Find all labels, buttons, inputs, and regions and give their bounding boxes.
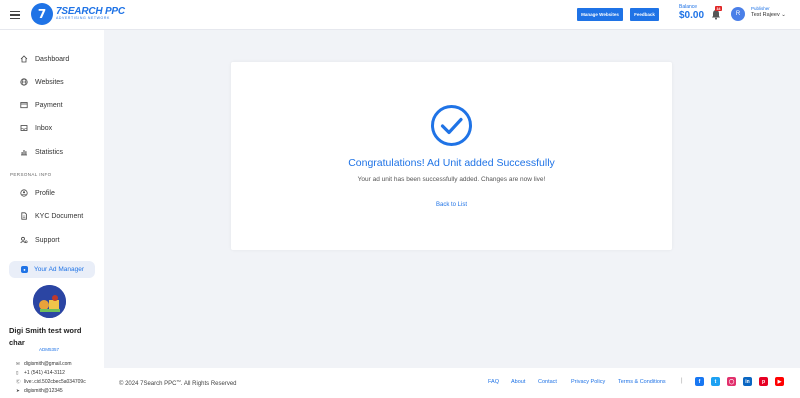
success-title: Congratulations! Ad Unit added Successfu…: [348, 157, 555, 169]
footer-link-privacy-policy[interactable]: Privacy Policy: [571, 379, 605, 385]
sidebar-item-label: Dashboard: [35, 55, 70, 63]
mail-icon: ✉: [16, 361, 20, 366]
copyright-text: © 2024 7Search PPCTM. All Rights Reserve…: [119, 379, 237, 387]
manager-telegram[interactable]: ➤ digismith@12345: [16, 388, 63, 394]
sidebar-item-payment[interactable]: Payment: [20, 99, 63, 111]
sidebar-item-kyc-document[interactable]: KYC Document: [20, 210, 83, 222]
ad-manager-label: Your Ad Manager: [34, 266, 84, 273]
youtube-icon[interactable]: ▶: [775, 377, 784, 386]
twitter-icon[interactable]: t: [711, 377, 720, 386]
balance-display: Balance $0.00: [679, 5, 704, 21]
inbox-icon: [20, 125, 28, 131]
sidebar-item-support[interactable]: Support: [20, 234, 60, 246]
statistics-icon: [21, 150, 27, 156]
success-check-icon: [431, 105, 472, 146]
manage-websites-button[interactable]: Manage Websites: [577, 8, 623, 21]
sidebar-item-label: Support: [35, 236, 60, 244]
facebook-icon[interactable]: f: [695, 377, 704, 386]
manager-telegram-text: digismith@12345: [24, 388, 63, 394]
sidebar: Dashboard Websites Payment Inbox Statist…: [0, 30, 104, 398]
footer-link-faq[interactable]: FAQ: [488, 379, 499, 385]
top-header: 7 7SEARCH PPC ADVERTISING NETWORK Manage…: [0, 0, 800, 30]
support-icon: [20, 236, 28, 244]
feedback-button[interactable]: Feedback: [630, 8, 659, 21]
globe-icon: [20, 78, 28, 86]
footer-link-terms[interactable]: Terms & Conditions: [618, 379, 666, 385]
home-icon: [20, 55, 28, 63]
sidebar-item-label: Statistics: [35, 148, 64, 156]
sidebar-item-label: Websites: [35, 78, 64, 86]
manager-email[interactable]: ✉ digismith@gmail.com: [16, 361, 72, 367]
pinterest-icon[interactable]: p: [759, 377, 768, 386]
sidebar-item-statistics[interactable]: Statistics: [20, 146, 63, 158]
copyright-main: © 2024 7Search PPC: [119, 381, 177, 387]
sidebar-item-label: Payment: [35, 101, 63, 109]
avatar[interactable]: R: [731, 7, 745, 21]
linkedin-icon[interactable]: in: [743, 377, 752, 386]
menu-icon[interactable]: [10, 11, 20, 19]
profile-icon: [20, 189, 28, 197]
manager-phone-text: +1 (541) 414-3112: [24, 370, 65, 376]
section-label-personal-info: PERSONAL INFO: [10, 172, 52, 177]
sidebar-item-websites[interactable]: Websites: [20, 76, 64, 88]
manager-skype[interactable]: Ⓒ live:.cid.502cbec5a034709c: [16, 379, 86, 385]
footer-separator: |: [681, 378, 683, 384]
manager-phone[interactable]: ▯ +1 (541) 414-3112: [16, 370, 65, 376]
sidebar-item-dashboard[interactable]: Dashboard: [20, 53, 69, 65]
document-icon: [21, 212, 27, 220]
your-ad-manager-button[interactable]: ● Your Ad Manager: [9, 261, 95, 278]
user-menu[interactable]: Publisher Test Rajeev ⌄: [751, 6, 786, 18]
sidebar-item-profile[interactable]: Profile: [20, 187, 55, 199]
manager-name: Digi Smith test word char: [9, 326, 82, 347]
phone-icon: ▯: [16, 370, 19, 375]
manager-icon: ●: [21, 266, 28, 273]
sidebar-item-label: KYC Document: [35, 212, 84, 220]
sidebar-item-inbox[interactable]: Inbox: [20, 122, 52, 134]
sidebar-item-label: Profile: [35, 189, 55, 197]
sidebar-item-label: Inbox: [35, 124, 53, 132]
manager-skype-text: live:.cid.502cbec5a034709c: [24, 379, 86, 385]
payment-icon: [20, 102, 28, 109]
logo-mark: 7: [31, 3, 53, 25]
manager-email-text: digismith@gmail.com: [24, 361, 72, 367]
notification-badge: 34: [715, 6, 722, 11]
footer: © 2024 7Search PPCTM. All Rights Reserve…: [104, 368, 800, 398]
user-name: Test Rajeev ⌄: [751, 11, 786, 18]
manager-photo: [33, 285, 66, 318]
success-card: Congratulations! Ad Unit added Successfu…: [231, 62, 672, 250]
manager-id: ADM5357: [39, 347, 60, 352]
logo[interactable]: 7 7SEARCH PPC ADVERTISING NETWORK: [31, 3, 125, 25]
back-to-list-link[interactable]: Back to List: [231, 202, 672, 208]
success-message: Your ad unit has been successfully added…: [357, 176, 546, 183]
skype-icon: Ⓒ: [16, 379, 21, 384]
copyright-tail: . All Rights Reserved: [180, 381, 237, 387]
instagram-icon[interactable]: ◯: [727, 377, 736, 386]
telegram-icon: ➤: [16, 388, 20, 393]
footer-link-about[interactable]: About: [511, 379, 525, 385]
balance-amount: $0.00: [679, 10, 705, 21]
logo-tagline: ADVERTISING NETWORK: [56, 16, 110, 21]
footer-link-contact[interactable]: Contact: [538, 379, 557, 385]
